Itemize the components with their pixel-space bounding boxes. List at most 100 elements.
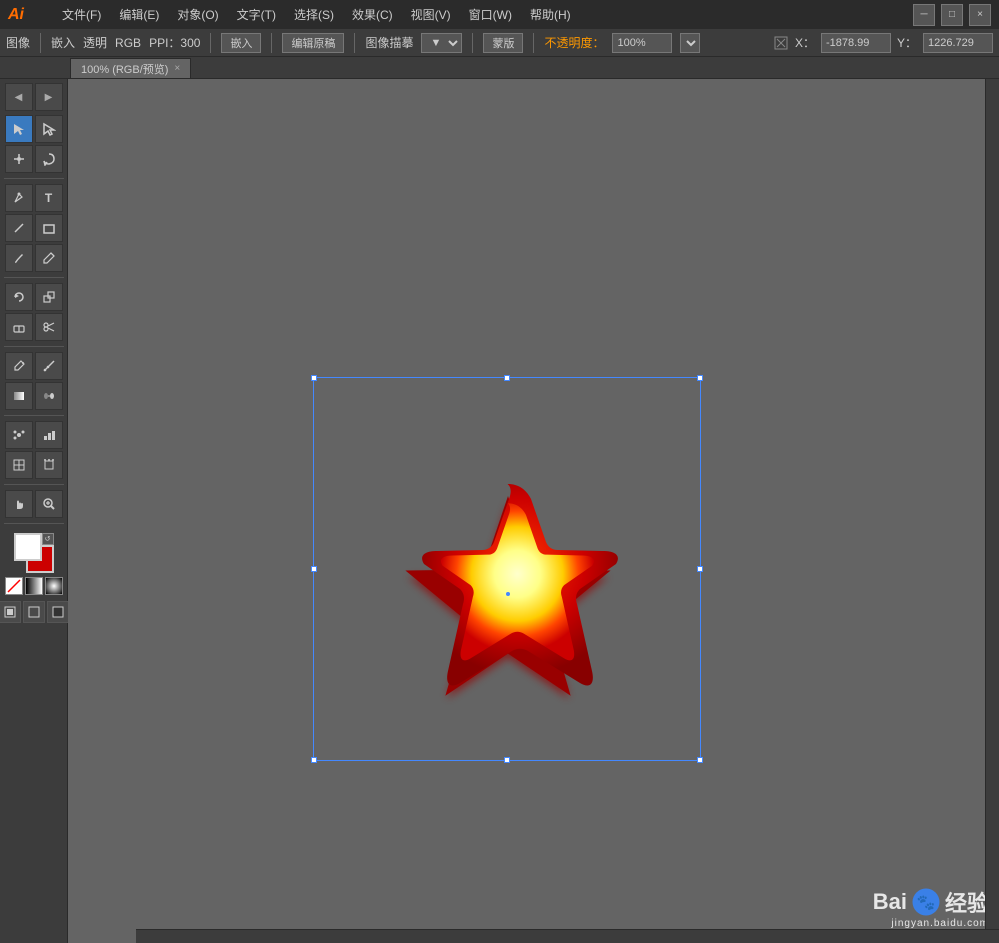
rotate-scale-row: [5, 283, 63, 311]
separator-5: [4, 484, 64, 485]
selection-tool[interactable]: [5, 115, 33, 143]
menu-help[interactable]: 帮助(H): [522, 4, 579, 25]
image-label: 图像: [6, 34, 30, 51]
pencil-tool[interactable]: [35, 244, 63, 272]
line-tool[interactable]: [5, 214, 33, 242]
menu-view[interactable]: 视图(V): [403, 4, 459, 25]
hand-zoom-row: [5, 490, 63, 518]
scissors-tool[interactable]: [35, 313, 63, 341]
star-graphic: [298, 379, 718, 799]
tab-label: 100% (RGB/预览): [81, 61, 168, 77]
menu-edit[interactable]: 编辑(E): [111, 4, 167, 25]
watermark: Bai 🐾 经验 jingyan.baidu.com: [873, 886, 989, 929]
magic-wand-tool[interactable]: [5, 145, 33, 173]
brush-pencil-row: [5, 244, 63, 272]
collapse-right-icon[interactable]: ▶: [35, 83, 63, 111]
selection-tools-row: [5, 115, 63, 143]
opacity-dropdown[interactable]: ▼: [680, 33, 700, 53]
opacity-input[interactable]: 100%: [612, 33, 672, 53]
menu-select[interactable]: 选择(S): [286, 4, 342, 25]
toolbar-collapse-row: ◀ ▶: [5, 83, 63, 111]
menu-file[interactable]: 文件(F): [54, 4, 109, 25]
slice-row: [5, 451, 63, 479]
eyedropper-tool[interactable]: [5, 352, 33, 380]
tab-close-icon[interactable]: ×: [174, 63, 180, 74]
reset-colors-icon[interactable]: ↺: [42, 533, 54, 545]
main-area: ◀ ▶ T: [0, 79, 999, 943]
presentation-icon[interactable]: [47, 601, 69, 623]
radial-gradient-icon[interactable]: [45, 577, 63, 595]
minimize-button[interactable]: ─: [913, 4, 935, 26]
zoom-tool[interactable]: [35, 490, 63, 518]
direct-selection-tool[interactable]: [35, 115, 63, 143]
menu-effect[interactable]: 效果(C): [344, 4, 401, 25]
gradient-blend-row: [5, 382, 63, 410]
artboard-tool[interactable]: [35, 451, 63, 479]
separator5: [472, 33, 473, 53]
baidu-text: Bai: [873, 889, 907, 915]
type-icon: T: [45, 191, 52, 205]
watermark-url: jingyan.baidu.com: [891, 918, 989, 929]
tab-bar: 100% (RGB/预览) ×: [0, 57, 999, 79]
change-screen-mode-icon[interactable]: [0, 601, 21, 623]
pen-tool[interactable]: [5, 184, 33, 212]
ai-logo: Ai: [8, 6, 42, 24]
lasso-tool[interactable]: [35, 145, 63, 173]
separator4: [354, 33, 355, 53]
color-swatches[interactable]: ↺: [14, 533, 54, 573]
secondary-toolbar: 图像 嵌入 透明 RGB PPI：300 嵌入 编辑原稿 图像描摹 ▼ 蒙版 不…: [0, 29, 999, 57]
svg-text:🐾: 🐾: [917, 894, 936, 911]
title-bar: Ai 文件(F) 编辑(E) 对象(O) 文字(T) 选择(S) 效果(C) 视…: [0, 0, 999, 29]
embed-label: 嵌入: [51, 34, 75, 51]
image-trace-dropdown[interactable]: ▼: [421, 33, 462, 53]
type-tool[interactable]: T: [35, 184, 63, 212]
embed-button[interactable]: 嵌入: [221, 33, 261, 53]
left-toolbar: ◀ ▶ T: [0, 79, 68, 943]
symbol-tool[interactable]: [5, 421, 33, 449]
separator-3: [4, 346, 64, 347]
edit-original-button[interactable]: 编辑原稿: [282, 33, 344, 53]
none-icon[interactable]: [5, 577, 23, 595]
symbol-graph-row: [5, 421, 63, 449]
magic-lasso-row: [5, 145, 63, 173]
hand-tool[interactable]: [5, 490, 33, 518]
vertical-scrollbar[interactable]: [985, 79, 999, 929]
rotate-tool[interactable]: [5, 283, 33, 311]
rect-tool[interactable]: [35, 214, 63, 242]
x-coord-value[interactable]: -1878.99: [821, 33, 891, 53]
separator3: [271, 33, 272, 53]
opacity-label: 不透明度：: [544, 34, 604, 51]
separator6: [533, 33, 534, 53]
measure-tool[interactable]: [35, 352, 63, 380]
eyedropper-measure-row: [5, 352, 63, 380]
baidu-paw-icon: 🐾: [911, 887, 941, 917]
transparent-label: 透明: [83, 34, 107, 51]
active-tab[interactable]: 100% (RGB/预览) ×: [70, 58, 191, 78]
stroke-none-area: [0, 601, 69, 623]
graph-tool[interactable]: [35, 421, 63, 449]
close-button[interactable]: ×: [969, 4, 991, 26]
brush-tool[interactable]: [5, 244, 33, 272]
menu-object[interactable]: 对象(O): [169, 4, 226, 25]
menu-window[interactable]: 窗口(W): [461, 4, 520, 25]
title-bar-right: ─ □ ×: [913, 4, 991, 26]
gradient-tool[interactable]: [5, 382, 33, 410]
horizontal-scrollbar[interactable]: [136, 929, 999, 943]
view-icon[interactable]: [23, 601, 45, 623]
foreground-color-swatch[interactable]: [14, 533, 42, 561]
mask-button[interactable]: 蒙版: [483, 33, 523, 53]
y-coord-value[interactable]: 1226.729: [923, 33, 993, 53]
collapse-left-icon[interactable]: ◀: [5, 83, 33, 111]
scale-tool[interactable]: [35, 283, 63, 311]
gradient-row: [5, 577, 63, 595]
blend-tool[interactable]: [35, 382, 63, 410]
maximize-button[interactable]: □: [941, 4, 963, 26]
line-rect-row: [5, 214, 63, 242]
menu-text[interactable]: 文字(T): [229, 4, 284, 25]
slice-tool[interactable]: [5, 451, 33, 479]
watermark-logo: Bai 🐾 经验: [873, 886, 989, 918]
eraser-tool[interactable]: [5, 313, 33, 341]
linear-gradient-icon[interactable]: [25, 577, 43, 595]
y-coord-label: Y：: [897, 34, 917, 51]
color-area: ↺: [0, 533, 69, 623]
